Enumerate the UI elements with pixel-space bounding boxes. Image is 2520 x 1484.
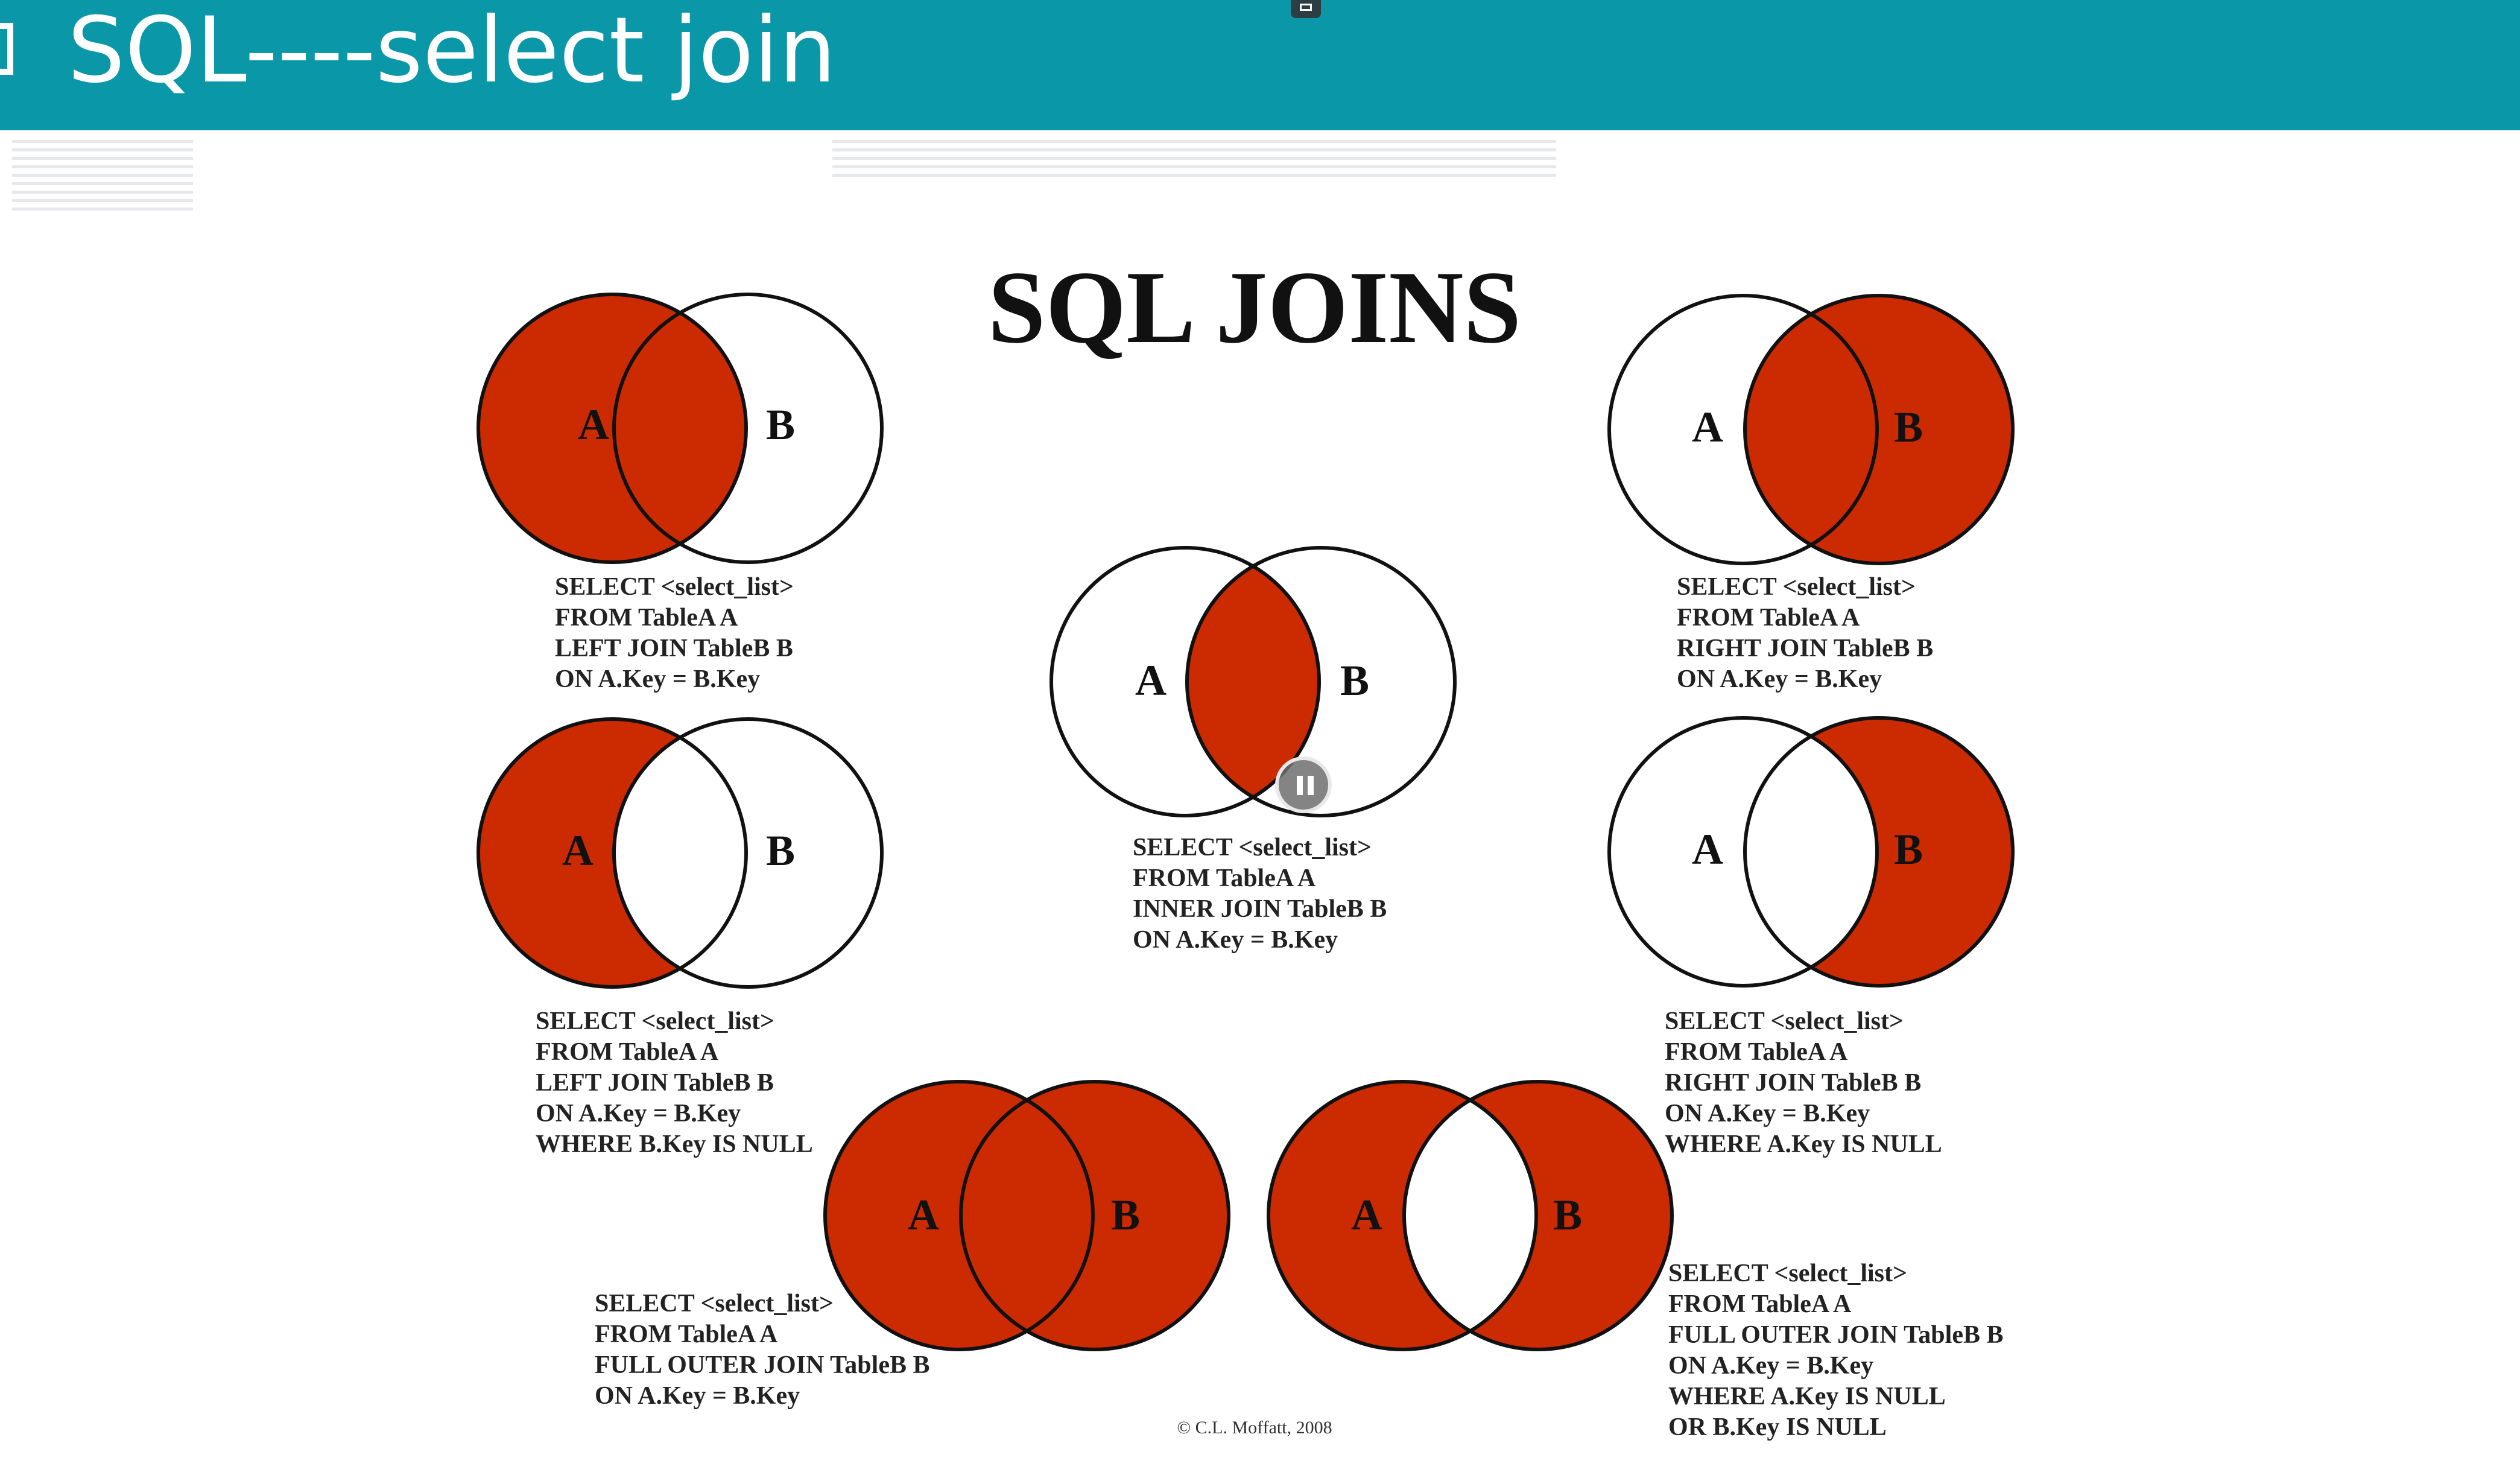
code-line: ON A.Key = B.Key	[1133, 926, 1338, 954]
code-line: FULL OUTER JOIN TableB B	[595, 1351, 930, 1379]
venn-full-outer-excluding-join: A B	[1267, 1080, 1674, 1351]
code-line: FROM TableA A	[1677, 604, 1860, 632]
copyright-note: © C.L. Moffatt, 2008	[1177, 1418, 1332, 1438]
code-line: WHERE A.Key IS NULL	[1668, 1383, 1946, 1410]
venn-left-join: A B	[476, 293, 884, 564]
code-line: SELECT <select_list>	[1133, 834, 1372, 861]
code-line: FROM TableA A	[1668, 1290, 1852, 1318]
code-line: SELECT <select_list>	[1677, 573, 1916, 601]
label-a: A	[1692, 825, 1723, 874]
label-b: B	[1894, 825, 1923, 874]
code-line: WHERE A.Key IS NULL	[1665, 1130, 1942, 1158]
venn-right-excluding-join: A B	[1607, 716, 2015, 988]
venn-inner-join: A B	[1049, 546, 1457, 817]
code-line: FROM TableA A	[536, 1038, 719, 1066]
code-line: FULL OUTER JOIN TableB B	[1668, 1321, 2004, 1349]
sql-joins-diagram: A B A B A B A B A B A B A B	[476, 293, 2015, 1351]
label-b: B	[1340, 656, 1369, 705]
label-a: A	[1692, 403, 1723, 451]
code-line: SELECT <select_list>	[1665, 1007, 1904, 1035]
code-line: ON A.Key = B.Key	[536, 1100, 741, 1127]
code-line: SELECT <select_list>	[1668, 1260, 1907, 1287]
label-b: B	[1553, 1191, 1582, 1239]
code-right-excluding-join: SELECT <select_list> FROM TableA A RIGHT…	[1665, 1006, 1942, 1160]
code-line: ON A.Key = B.Key	[1665, 1100, 1870, 1127]
code-line: FROM TableA A	[555, 604, 738, 632]
code-line: ON A.Key = B.Key	[1668, 1352, 1874, 1380]
code-left-join: SELECT <select_list> FROM TableA A LEFT …	[555, 572, 794, 695]
code-line: SELECT <select_list>	[536, 1007, 774, 1035]
code-line: OR B.Key IS NULL	[1668, 1413, 1887, 1441]
code-line: FROM TableA A	[595, 1321, 778, 1348]
venn-right-join: A B	[1607, 294, 2015, 565]
code-left-excluding-join: SELECT <select_list> FROM TableA A LEFT …	[536, 1006, 813, 1160]
label-b: B	[766, 401, 795, 449]
code-line: ON A.Key = B.Key	[1677, 665, 1882, 693]
code-line: ON A.Key = B.Key	[555, 665, 761, 693]
label-b: B	[1894, 403, 1923, 451]
pause-icon[interactable]	[1275, 756, 1332, 813]
code-right-join: SELECT <select_list> FROM TableA A RIGHT…	[1677, 572, 1933, 695]
code-line: FROM TableA A	[1133, 864, 1316, 892]
code-line: INNER JOIN TableB B	[1133, 895, 1387, 923]
code-line: FROM TableA A	[1665, 1038, 1848, 1066]
code-line: RIGHT JOIN TableB B	[1677, 635, 1934, 662]
code-line: LEFT JOIN TableB B	[555, 635, 793, 662]
label-b: B	[1111, 1191, 1140, 1239]
label-a: A	[562, 826, 594, 875]
code-inner-join: SELECT <select_list> FROM TableA A INNER…	[1133, 832, 1387, 956]
label-a: A	[578, 401, 609, 449]
code-line: LEFT JOIN TableB B	[536, 1069, 774, 1097]
code-line: WHERE B.Key IS NULL	[536, 1130, 813, 1158]
code-full-outer-join: SELECT <select_list> FROM TableA A FULL …	[595, 1289, 930, 1412]
label-b: B	[766, 826, 795, 875]
diagram-title: SQL JOINS	[987, 250, 1522, 365]
code-line: ON A.Key = B.Key	[595, 1382, 800, 1410]
code-line: SELECT <select_list>	[595, 1290, 834, 1318]
code-full-outer-excluding-join: SELECT <select_list> FROM TableA A FULL …	[1668, 1258, 2004, 1443]
label-a: A	[1351, 1191, 1382, 1239]
venn-left-excluding-join: A B	[476, 717, 884, 989]
label-a: A	[908, 1191, 939, 1239]
code-line: SELECT <select_list>	[555, 573, 794, 601]
code-line: RIGHT JOIN TableB B	[1665, 1069, 1922, 1097]
label-a: A	[1135, 656, 1167, 705]
